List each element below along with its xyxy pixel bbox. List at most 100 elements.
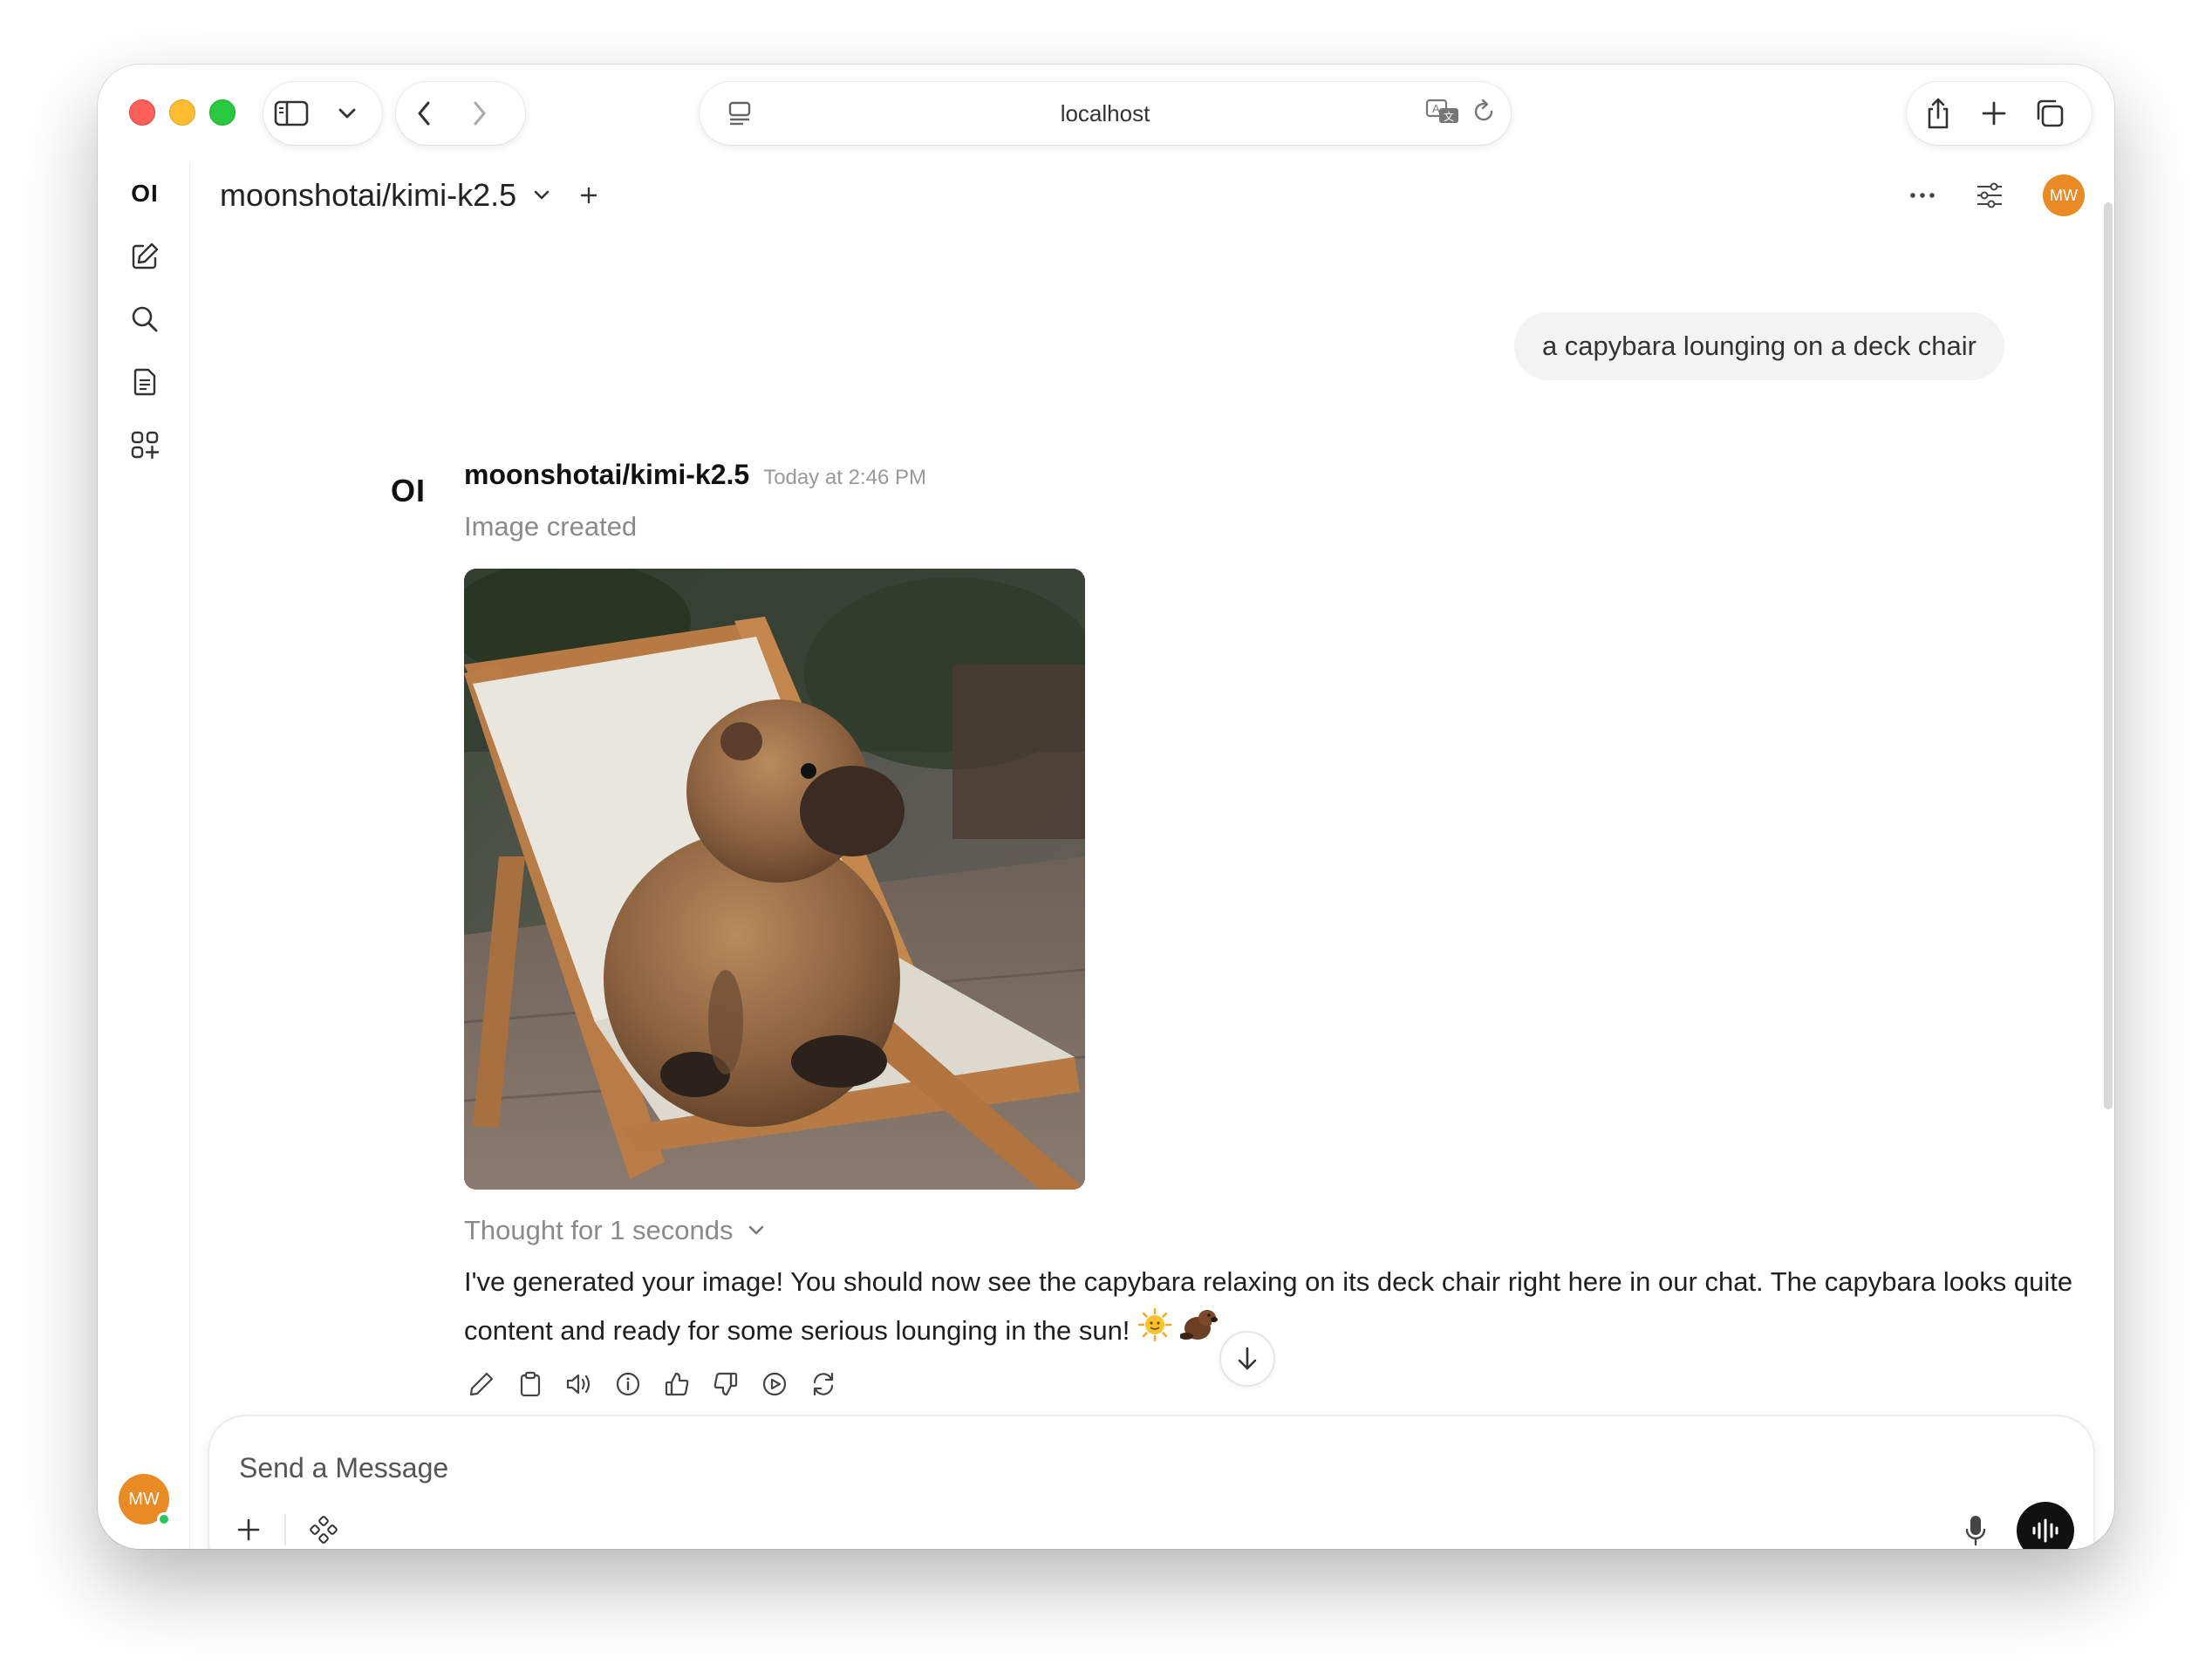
- arrow-down-icon: [1238, 1347, 1257, 1370]
- online-status-dot: [157, 1512, 171, 1526]
- read-aloud-button[interactable]: [562, 1367, 597, 1402]
- notes-icon: [133, 368, 156, 396]
- assistant-avatar: OI: [391, 473, 426, 509]
- plus-icon: [1982, 101, 2006, 126]
- tab-group-menu-button[interactable]: [319, 82, 375, 145]
- more-options-button[interactable]: [1908, 191, 1936, 200]
- minimize-window-button[interactable]: [169, 99, 195, 126]
- audio-waveform-icon: [2032, 1518, 2058, 1543]
- chat-controls-button[interactable]: [1975, 181, 2004, 209]
- thought-toggle[interactable]: Thought for 1 seconds: [464, 1209, 2114, 1252]
- generated-image[interactable]: [464, 569, 1085, 1190]
- sun-face-icon: [1137, 1307, 1172, 1358]
- chevron-down-icon: [749, 1225, 764, 1235]
- message-actions: [464, 1363, 2114, 1405]
- tabs-overview-icon: [2037, 99, 2064, 127]
- attach-button[interactable]: [236, 1517, 262, 1543]
- search-button[interactable]: [126, 300, 164, 338]
- plus-icon: [580, 187, 597, 204]
- voice-mode-button[interactable]: [2017, 1502, 2074, 1549]
- info-button[interactable]: [611, 1367, 645, 1402]
- new-tab-button[interactable]: [1966, 82, 2022, 145]
- forward-button[interactable]: [452, 82, 508, 145]
- image-status: Image created: [464, 511, 638, 542]
- bad-response-button[interactable]: [708, 1367, 743, 1402]
- url-text: localhost: [1060, 100, 1150, 126]
- sidebar-toggle-button[interactable]: [263, 82, 319, 145]
- integrations-icon: [310, 1516, 338, 1544]
- zoom-window-button[interactable]: [209, 99, 236, 126]
- add-model-button[interactable]: [579, 186, 598, 205]
- microphone-icon: [1965, 1516, 1986, 1546]
- message-timestamp: Today at 2:46 PM: [763, 466, 926, 489]
- chevron-left-icon: [418, 101, 430, 126]
- user-message: a capybara lounging on a deck chair: [1513, 312, 2004, 380]
- edit-button[interactable]: [464, 1367, 499, 1402]
- message-composer: [208, 1415, 2095, 1549]
- search-icon: [132, 306, 158, 332]
- address-bar[interactable]: localhost A 文: [700, 82, 1511, 145]
- thumbs-down-icon: [713, 1372, 738, 1395]
- close-window-button[interactable]: [129, 99, 155, 126]
- model-selector-row: moonshotai/kimi-k2.5: [220, 162, 598, 229]
- beaver-icon: [1178, 1307, 1219, 1358]
- good-response-button[interactable]: [659, 1367, 694, 1402]
- capybara-image: [464, 569, 1085, 1190]
- new-chat-button[interactable]: [126, 237, 164, 276]
- thought-label: Thought for 1 seconds: [464, 1215, 734, 1245]
- browser-window: localhost A 文 OI MW moonshotai/kimi-k2.5…: [98, 65, 2114, 1549]
- continue-button[interactable]: [757, 1367, 792, 1402]
- integrations-button[interactable]: [309, 1515, 338, 1545]
- message-input[interactable]: [239, 1446, 1896, 1490]
- chat-main: moonshotai/kimi-k2.5 MW a capybara loung…: [190, 162, 2114, 1549]
- info-icon: [616, 1372, 640, 1395]
- pencil-icon: [469, 1372, 494, 1395]
- play-circle-icon: [762, 1372, 787, 1395]
- assistant-logo-text: OI: [391, 473, 427, 508]
- share-button[interactable]: [1910, 82, 1966, 145]
- regenerate-button[interactable]: [806, 1367, 841, 1402]
- workspace-button[interactable]: [126, 426, 164, 464]
- header-actions: MW: [1908, 162, 2085, 229]
- window-actions-group: [1907, 82, 2092, 145]
- plus-icon: [237, 1518, 260, 1541]
- user-avatar[interactable]: MW: [119, 1474, 171, 1526]
- sidebar-toggle-group: [263, 82, 382, 145]
- translate-button[interactable]: A 文: [1425, 98, 1462, 130]
- message-body: I've generated your image! You should no…: [464, 1266, 2073, 1346]
- composer-divider: [284, 1514, 286, 1545]
- scroll-to-bottom-button[interactable]: [1219, 1331, 1275, 1387]
- app-sidebar: OI MW: [98, 162, 190, 1549]
- back-button[interactable]: [396, 82, 452, 145]
- assistant-message-text: I've generated your image! You should no…: [464, 1258, 2086, 1358]
- reload-button[interactable]: [1471, 99, 1497, 129]
- grid-plus-icon: [131, 431, 160, 460]
- model-selector[interactable]: moonshotai/kimi-k2.5: [220, 177, 516, 214]
- translate-icon: A 文: [1425, 99, 1458, 123]
- sliders-icon: [1977, 182, 2002, 208]
- app-logo[interactable]: OI: [126, 174, 164, 213]
- header-user-avatar[interactable]: MW: [2043, 174, 2085, 216]
- copy-button[interactable]: [513, 1367, 548, 1402]
- clipboard-icon: [520, 1371, 541, 1396]
- sidebar-icon: [274, 100, 309, 126]
- model-dropdown-button[interactable]: [532, 188, 551, 202]
- share-icon: [1928, 98, 1949, 129]
- dictate-button[interactable]: [1964, 1513, 1987, 1548]
- refresh-icon: [813, 1372, 834, 1395]
- pencil-square-icon: [132, 242, 159, 269]
- tab-overview-button[interactable]: [2022, 82, 2078, 145]
- notes-button[interactable]: [126, 363, 164, 401]
- svg-text:文: 文: [1444, 110, 1454, 123]
- reload-icon: [1474, 99, 1493, 120]
- assistant-model-name: moonshotai/kimi-k2.5: [464, 459, 750, 490]
- browser-toolbar: localhost A 文: [98, 65, 2114, 162]
- navigation-group: [396, 82, 525, 145]
- chevron-down-icon: [534, 190, 550, 200]
- chevron-right-icon: [474, 101, 486, 126]
- assistant-message: moonshotai/kimi-k2.5 Today at 2:46 PM Im…: [464, 459, 2114, 1405]
- avatar-initials: MW: [128, 1489, 160, 1509]
- speaker-icon: [566, 1374, 591, 1394]
- svg-text:A: A: [1432, 102, 1440, 115]
- chevron-down-icon: [338, 108, 356, 119]
